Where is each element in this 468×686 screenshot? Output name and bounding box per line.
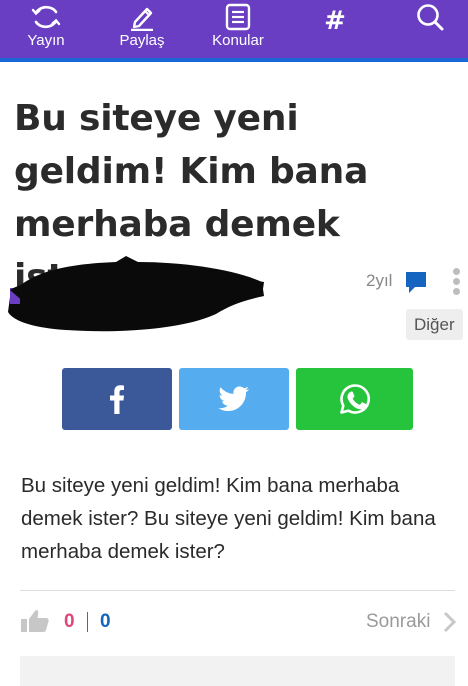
nav-label-paylas: Paylaş xyxy=(119,32,165,49)
pencil-icon xyxy=(127,0,157,34)
reaction-separator xyxy=(87,612,88,632)
search-icon xyxy=(415,0,445,34)
thumbs-up-icon[interactable] xyxy=(20,608,50,638)
post-body: Bu siteye yeni geldim! Kim bana merhaba … xyxy=(21,474,436,563)
nav-item-konular[interactable]: Konular xyxy=(204,0,272,58)
nav-label-yayin: Yayın xyxy=(27,32,65,49)
content-divider xyxy=(20,590,455,591)
whatsapp-icon xyxy=(339,384,370,414)
twitter-icon xyxy=(218,386,249,411)
dislike-count: 0 xyxy=(100,611,111,632)
refresh-circle-icon xyxy=(30,0,62,34)
like-count: 0 xyxy=(64,611,75,632)
nav-label-konular: Konular xyxy=(212,32,264,49)
top-nav-bar: Yayın Paylaş Konular # xyxy=(0,0,468,62)
more-options-icon[interactable] xyxy=(450,268,462,300)
chevron-right-icon[interactable] xyxy=(442,611,458,637)
author-redacted-area xyxy=(6,252,268,338)
next-post-link[interactable]: Sonraki xyxy=(366,611,430,633)
share-facebook-button[interactable] xyxy=(62,368,172,430)
hashtag-icon: # xyxy=(324,6,346,36)
document-list-icon xyxy=(224,0,252,34)
nav-item-hashtag[interactable]: # xyxy=(318,0,352,58)
nav-item-yayin[interactable]: Yayın xyxy=(14,0,78,58)
facebook-icon xyxy=(110,385,124,414)
share-twitter-button[interactable] xyxy=(179,368,289,430)
nav-item-paylas[interactable]: Paylaş xyxy=(110,0,174,58)
category-badge[interactable]: Diğer xyxy=(406,309,463,340)
share-whatsapp-button[interactable] xyxy=(296,368,413,430)
comment-icon[interactable] xyxy=(404,270,428,300)
post-age: 2yıl xyxy=(366,271,393,290)
nav-item-search[interactable] xyxy=(410,0,450,58)
comments-panel xyxy=(20,656,455,686)
